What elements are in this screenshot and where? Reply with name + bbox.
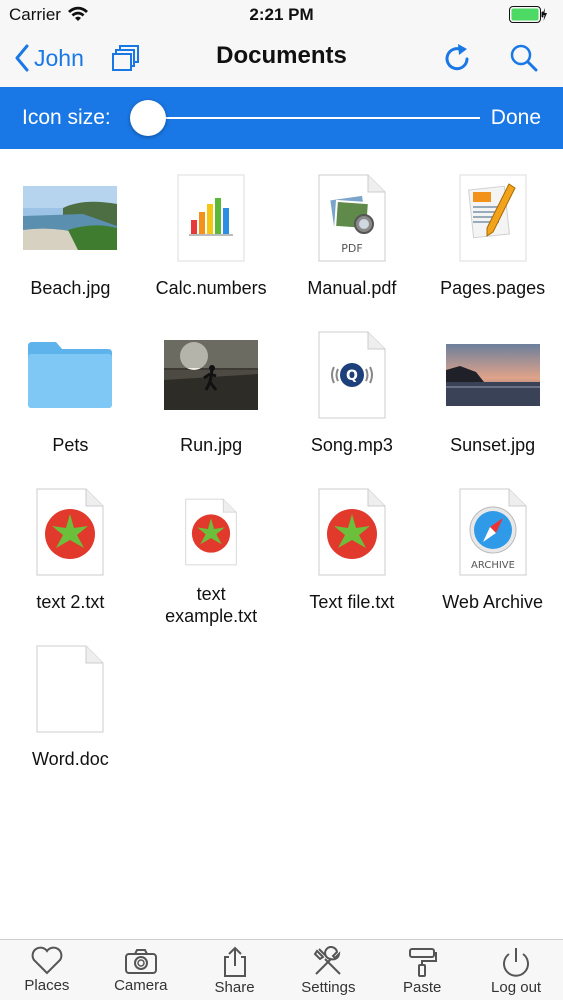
tools-icon	[314, 946, 342, 975]
file-item[interactable]: text 2.txt	[0, 477, 141, 634]
pdf-icon: PDF	[318, 174, 386, 262]
beach-photo-icon	[23, 186, 118, 250]
file-item[interactable]: ARCHIVE Web Archive	[422, 477, 563, 634]
chevron-left-icon	[15, 44, 29, 72]
file-item[interactable]: Beach.jpg	[0, 163, 141, 320]
file-grid: Beach.jpg Calc.numbers PDF Manual.pdf Pa…	[0, 163, 563, 791]
file-item[interactable]: Calc.numbers	[141, 163, 282, 320]
paint-roller-icon	[409, 948, 438, 977]
web-archive-icon: ARCHIVE	[459, 488, 527, 576]
file-name: Calc.numbers	[155, 278, 267, 298]
tab-camera[interactable]: Camera	[94, 940, 188, 1000]
refresh-icon[interactable]	[442, 42, 474, 74]
svg-text:Q: Q	[346, 368, 358, 384]
file-name: Word.doc	[32, 749, 109, 769]
navigation-bar: John Documents	[0, 30, 563, 87]
icon-size-slider-thumb[interactable]	[130, 100, 166, 136]
icon-size-label: Icon size:	[22, 106, 111, 129]
page-title: Documents	[216, 42, 347, 69]
folder-icon	[28, 342, 113, 408]
file-item[interactable]: Text file.txt	[282, 477, 423, 634]
numbers-icon	[177, 174, 245, 262]
duplicate-window-icon[interactable]	[110, 42, 142, 74]
tab-share[interactable]: Share	[188, 940, 282, 1000]
file-name: Song.mp3	[310, 435, 393, 455]
battery-icon	[509, 6, 547, 23]
file-item[interactable]: Pages.pages	[422, 163, 563, 320]
file-item[interactable]: Q Song.mp3	[282, 320, 423, 477]
text-file-icon	[318, 488, 386, 576]
file-name: Run.jpg	[180, 435, 243, 455]
file-item[interactable]: Sunset.jpg	[422, 320, 563, 477]
file-name: Sunset.jpg	[450, 435, 536, 455]
tab-paste[interactable]: Paste	[375, 940, 469, 1000]
tab-label: Settings	[301, 979, 356, 996]
icon-size-slider-track[interactable]	[150, 117, 480, 119]
pdf-badge: PDF	[341, 242, 362, 255]
audio-file-icon: Q	[318, 331, 386, 419]
blank-document-icon	[36, 645, 104, 733]
done-button[interactable]: Done	[491, 106, 541, 130]
tab-settings[interactable]: Settings	[281, 940, 375, 1000]
status-time: 2:21 PM	[249, 5, 314, 24]
tab-label: Paste	[403, 979, 442, 996]
file-item[interactable]: Run.jpg	[141, 320, 282, 477]
file-item[interactable]: PDF Manual.pdf	[282, 163, 423, 320]
camera-icon	[124, 949, 157, 974]
status-bar: Carrier 2:21 PM	[0, 0, 563, 30]
file-item[interactable]: text example.txt	[141, 477, 282, 634]
file-name: text example.txt	[165, 584, 258, 626]
text-file-icon	[185, 498, 237, 566]
file-name: Text file.txt	[309, 592, 395, 612]
file-name: Pets	[52, 435, 89, 455]
tab-bar: Places Camera Share Settings Paste Log o…	[0, 939, 563, 1000]
share-icon	[223, 946, 246, 977]
file-name: Beach.jpg	[30, 278, 111, 298]
file-item[interactable]: Word.doc	[0, 634, 141, 791]
file-name: Pages.pages	[440, 278, 546, 298]
file-name: Web Archive	[442, 592, 543, 612]
tab-label: Share	[214, 979, 255, 996]
file-name: Manual.pdf	[307, 278, 397, 298]
run-photo-icon	[164, 340, 259, 410]
archive-badge: ARCHIVE	[471, 560, 515, 571]
sunset-photo-icon	[445, 344, 540, 406]
text-file-icon	[36, 488, 104, 576]
heart-icon	[31, 946, 63, 975]
back-button[interactable]: John	[14, 41, 84, 75]
tab-label: Camera	[114, 977, 168, 994]
tab-places[interactable]: Places	[0, 940, 94, 1000]
tab-label: Log out	[491, 979, 542, 996]
back-label: John	[34, 44, 84, 71]
pages-icon	[459, 174, 527, 262]
search-icon[interactable]	[508, 42, 540, 74]
file-name: text 2.txt	[36, 592, 105, 612]
power-icon	[503, 948, 530, 977]
file-item[interactable]: Pets	[0, 320, 141, 477]
tab-log-out[interactable]: Log out	[469, 940, 563, 1000]
tab-label: Places	[24, 977, 70, 994]
icon-size-bar: Icon size: Done	[0, 87, 563, 149]
